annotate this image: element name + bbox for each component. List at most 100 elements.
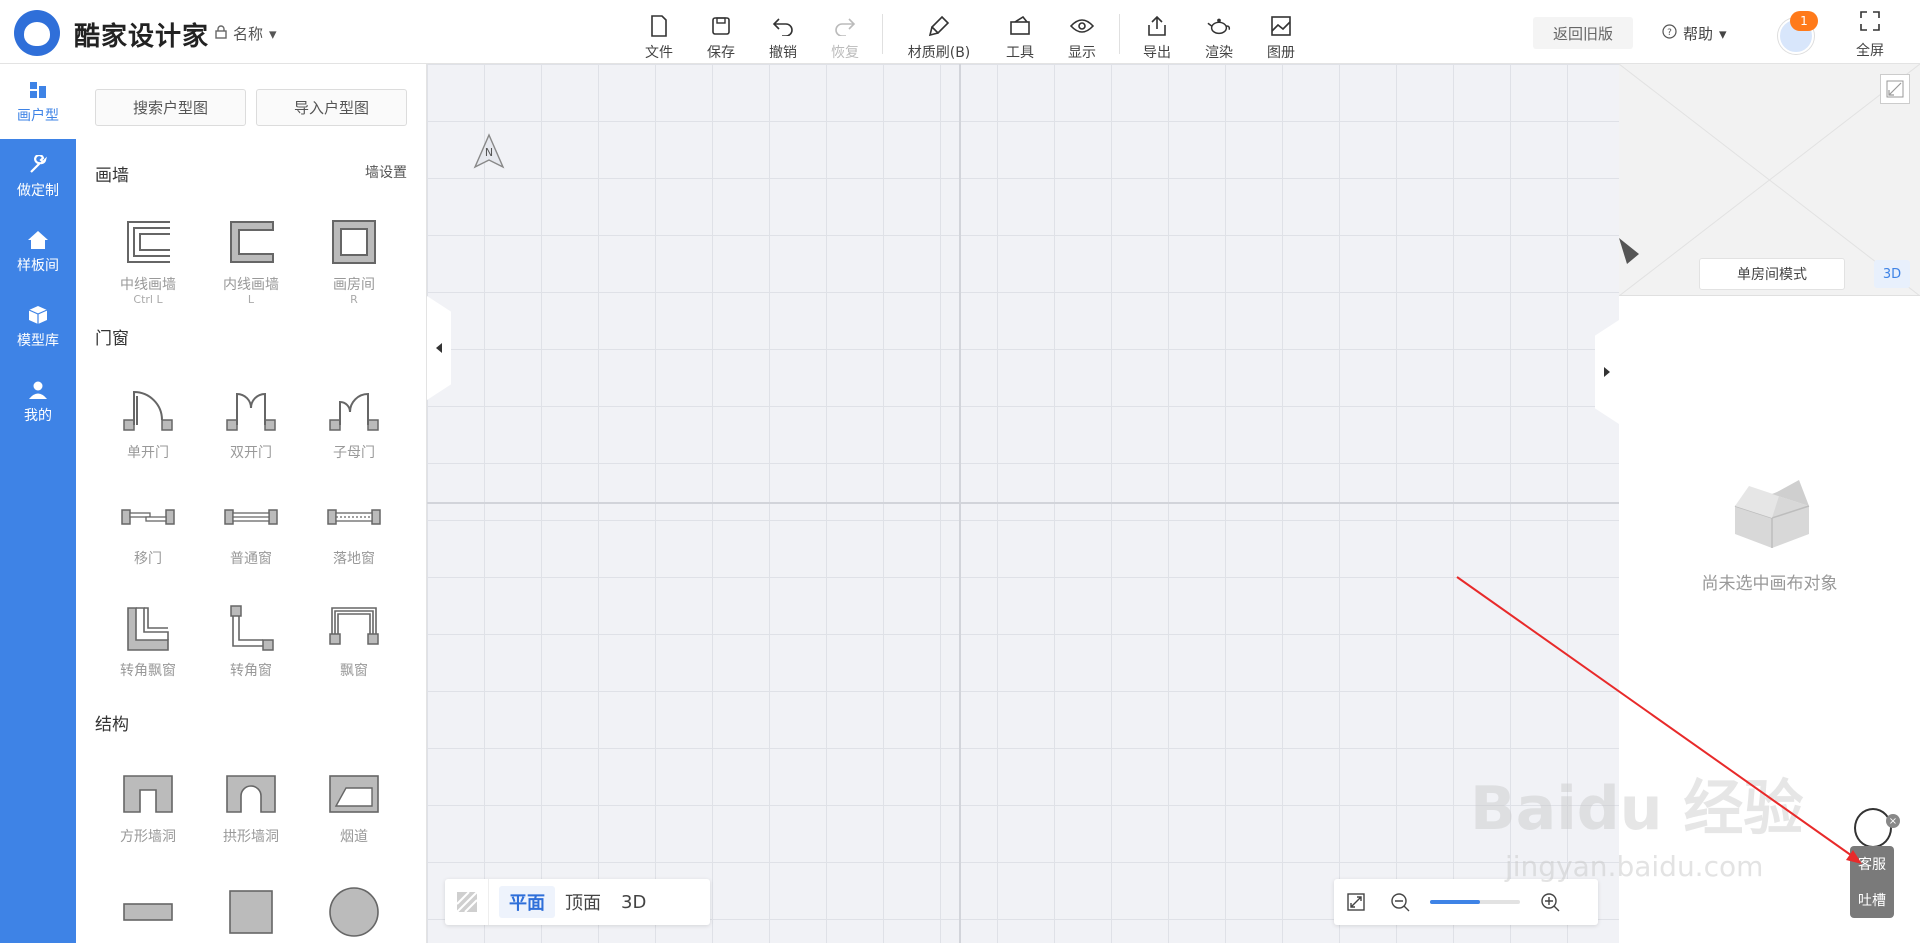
tool-flue[interactable]: 烟道 [309, 766, 399, 846]
flue-icon [326, 766, 382, 822]
export-button[interactable]: 导出 [1126, 6, 1188, 62]
view-3d-toggle[interactable]: 3D [1874, 260, 1910, 288]
collapse-left-panel-button[interactable] [427, 296, 451, 400]
tool-corner-window[interactable]: 转角窗 [206, 600, 296, 680]
single-room-mode-button[interactable]: 单房间模式 [1699, 258, 1845, 290]
beam-icon [120, 884, 176, 940]
tool-label: 方形墙洞 [120, 829, 176, 845]
help-label: 帮助 [1683, 25, 1714, 43]
nav-custom[interactable]: 做定制 [0, 139, 76, 214]
tool-label: 子母门 [333, 445, 375, 461]
view-ceiling-button[interactable]: 顶面 [555, 886, 611, 918]
drawing-canvas[interactable]: N [427, 64, 1619, 943]
caret-left-icon [435, 339, 443, 358]
tool-floor-window[interactable]: 落地窗 [309, 488, 399, 568]
tool-single-door[interactable]: 单开门 [103, 382, 193, 462]
expand-minimap-icon[interactable] [1880, 74, 1910, 104]
cube-icon [27, 304, 49, 326]
tool-label: 单开门 [127, 445, 169, 461]
tool-square-opening[interactable]: 方形墙洞 [103, 766, 193, 846]
save-button[interactable]: 保存 [690, 6, 752, 62]
tool-round-column[interactable] [309, 884, 399, 943]
help-dropdown[interactable]: ? 帮助 ▾ [1662, 23, 1727, 44]
import-floorplan-button[interactable]: 导入户型图 [256, 89, 407, 126]
tool-centerline-wall[interactable]: 中线画墙 Ctrl L [103, 214, 193, 306]
nav-draw-floorplan[interactable]: 画户型 [0, 64, 76, 139]
tool-square-column[interactable] [206, 884, 296, 943]
tool-corner-bay-window[interactable]: 转角飘窗 [103, 600, 193, 680]
tool-panel: 搜索户型图 导入户型图 画墙 墙设置 中线画墙 Ctrl L 内线画墙 L 画房… [76, 64, 427, 943]
save-icon [709, 14, 733, 38]
floor-texture-icon[interactable] [445, 879, 489, 925]
wall-settings-link[interactable]: 墙设置 [365, 162, 407, 182]
tool-label: 落地窗 [333, 551, 375, 567]
notification-badge: 1 [1790, 11, 1818, 31]
tool-label: 普通窗 [230, 551, 272, 567]
design-name-dropdown[interactable]: 名称 ▾ [215, 23, 277, 44]
zoom-out-icon[interactable] [1378, 879, 1422, 925]
tool-label: 转角窗 [230, 663, 272, 679]
compass-icon[interactable]: N [473, 133, 505, 169]
nav-label: 模型库 [17, 332, 59, 349]
tool-normal-window[interactable]: 普通窗 [206, 488, 296, 568]
support-label-feedback: 吐槽 [1858, 893, 1886, 909]
zoom-slider[interactable] [1430, 900, 1520, 904]
fit-view-icon[interactable] [1334, 879, 1378, 925]
tool-arch-opening[interactable]: 拱形墙洞 [206, 766, 296, 846]
render-button[interactable]: 渲染 [1188, 6, 1250, 62]
nav-label: 我的 [24, 407, 52, 424]
support-button[interactable]: 客服 吐槽 [1850, 846, 1894, 918]
tools-button[interactable]: 工具 [989, 6, 1051, 62]
tool-hotkey: L [247, 293, 255, 306]
render-label: 渲染 [1205, 45, 1233, 61]
caret-right-icon [1603, 363, 1611, 382]
search-floorplan-button[interactable]: 搜索户型图 [95, 89, 246, 126]
fullscreen-button[interactable]: 全屏 [1840, 8, 1900, 60]
tool-bay-window[interactable]: 飘窗 [309, 600, 399, 680]
undo-button[interactable]: 撤销 [752, 6, 814, 62]
close-icon[interactable]: × [1886, 814, 1900, 828]
teapot-icon [1207, 14, 1231, 38]
tool-hotkey: Ctrl L [133, 293, 163, 306]
export-icon [1145, 14, 1169, 38]
display-button[interactable]: 显示 [1051, 6, 1113, 62]
material-brush-button[interactable]: 材质刷(B) [889, 6, 989, 62]
zoom-bar [1334, 879, 1598, 925]
album-button[interactable]: 图册 [1250, 6, 1312, 62]
tool-label: 拱形墙洞 [223, 829, 279, 845]
nav-model-library[interactable]: 模型库 [0, 289, 76, 364]
minimap-3d-preview[interactable]: 单房间模式 3D [1619, 64, 1920, 296]
redo-button[interactable]: 恢复 [814, 6, 876, 62]
view-mode-bar: 平面 顶面 3D [445, 879, 710, 925]
nav-mine[interactable]: 我的 [0, 364, 76, 439]
logo-icon[interactable] [14, 10, 60, 56]
zoom-slider-fill [1430, 900, 1480, 904]
tool-label: 中线画墙 [120, 277, 176, 293]
tool-innerline-wall[interactable]: 内线画墙 L [206, 214, 296, 306]
collapse-right-panel-button[interactable] [1595, 320, 1619, 424]
normal-window-icon [223, 488, 279, 544]
file-button[interactable]: 文件 [628, 6, 690, 62]
baidu-watermark-url: jingyan.baidu.com [1505, 850, 1764, 883]
main-toolbar: 文件 保存 撤销 恢复 材质刷(B) 工具 显示 导出 渲染 图册 [628, 6, 1312, 62]
view-3d-button[interactable]: 3D [611, 886, 656, 918]
customer-service-widget[interactable]: × 客服 吐槽 [1850, 808, 1900, 918]
tool-double-door[interactable]: 双开门 [206, 382, 296, 462]
nav-showroom[interactable]: 样板间 [0, 214, 76, 289]
sliding-door-icon [120, 488, 176, 544]
tool-mother-child-door[interactable]: 子母门 [309, 382, 399, 462]
empty-state-text: 尚未选中画布对象 [1701, 574, 1838, 594]
tool-label: 内线画墙 [223, 277, 279, 293]
album-label: 图册 [1267, 45, 1295, 61]
export-label: 导出 [1143, 45, 1171, 61]
fullscreen-label: 全屏 [1856, 43, 1884, 59]
tool-draw-room[interactable]: 画房间 R [309, 214, 399, 306]
square-column-icon [223, 884, 279, 940]
tool-sliding-door[interactable]: 移门 [103, 488, 193, 568]
tool-beam[interactable] [103, 884, 193, 943]
toolbar-divider [882, 14, 883, 54]
view-plan-button[interactable]: 平面 [499, 886, 555, 918]
zoom-in-icon[interactable] [1528, 879, 1572, 925]
return-old-version-button[interactable]: 返回旧版 [1533, 17, 1633, 49]
design-name-label: 名称 [233, 25, 264, 43]
